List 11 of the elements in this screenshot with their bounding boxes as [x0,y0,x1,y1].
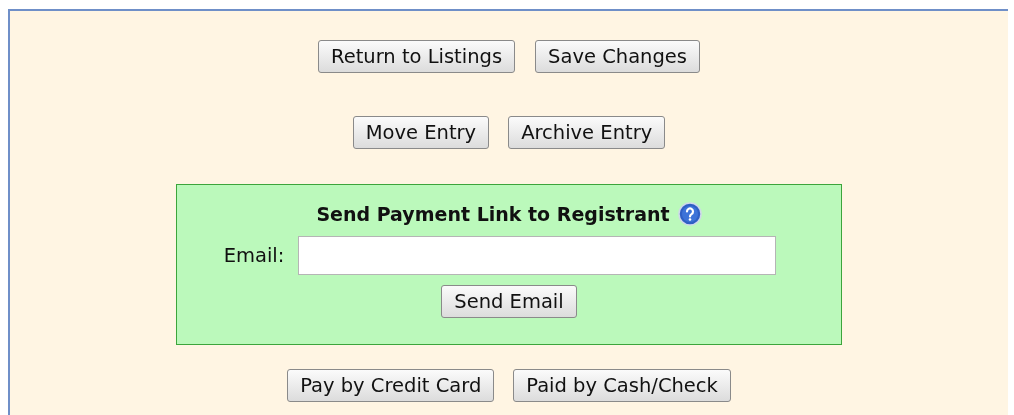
action-button[interactable]: Move Entry [352,116,490,149]
email-label: Email: [223,244,285,267]
email-field[interactable] [298,236,777,275]
panel-title: Send Payment Link to Registrant [316,203,670,225]
action-button[interactable]: Return to Listings [318,40,516,73]
send-email-button[interactable]: Send Email [441,285,577,318]
action-button[interactable]: Save Changes [535,40,700,73]
action-button[interactable]: Archive Entry [508,116,666,149]
action-button[interactable]: Pay by Credit Card [287,369,495,402]
help-icon[interactable] [677,202,702,226]
action-button[interactable]: Paid by Cash/Check [513,369,731,402]
